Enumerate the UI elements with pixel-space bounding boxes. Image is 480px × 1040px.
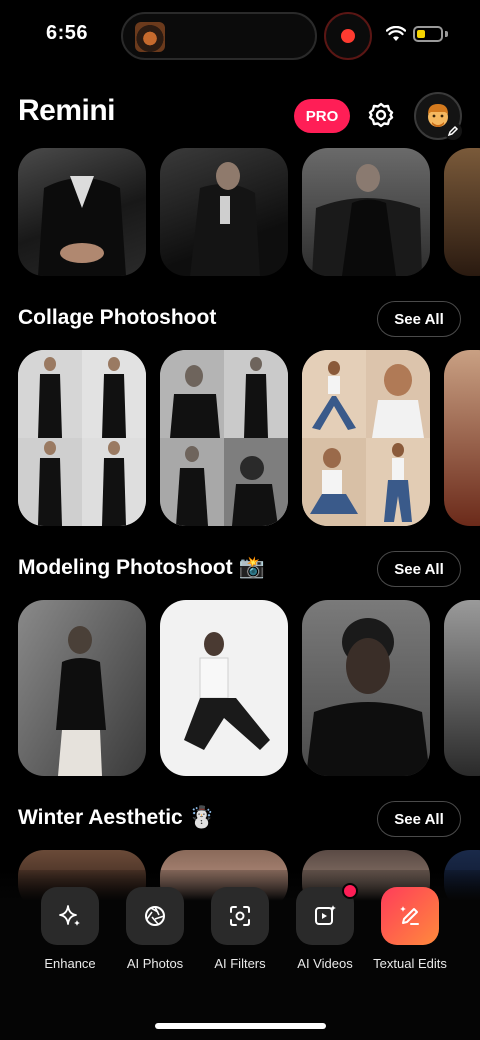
nav-enhance[interactable]: Enhance — [30, 887, 110, 972]
home-indicator[interactable] — [155, 1023, 326, 1029]
face-scan-icon — [230, 906, 250, 926]
app-title: Remini — [18, 94, 116, 127]
see-all-collage-button[interactable]: See All — [377, 301, 461, 337]
gear-icon — [368, 102, 394, 128]
ai-photos-button[interactable] — [126, 887, 184, 945]
photo-card[interactable] — [160, 148, 288, 276]
profile-avatar-button[interactable] — [414, 92, 462, 140]
collage-photo-grid — [18, 350, 146, 526]
wifi-icon — [386, 26, 406, 41]
model-photo-card[interactable] — [444, 600, 480, 776]
model-photo-card[interactable] — [160, 600, 288, 776]
nav-ai-photos[interactable]: AI Photos — [115, 887, 195, 972]
photo-card[interactable] — [302, 148, 430, 276]
man-leaning-on-wall-photo — [56, 626, 106, 776]
man-in-leather-jacket-photo — [38, 176, 126, 276]
sparkle-icon — [59, 905, 80, 926]
screen-recording-indicator[interactable] — [324, 12, 372, 60]
ai-videos-button[interactable] — [296, 883, 358, 945]
photo-card[interactable] — [444, 148, 480, 276]
edit-pencil-icon — [444, 122, 462, 140]
nav-label-ai-filters: AI Filters — [214, 956, 266, 971]
section-title-winter-aesthetic: Winter Aesthetic ☃️ — [18, 806, 215, 829]
collage-photo-grid — [302, 350, 430, 526]
magic-pen-icon — [400, 906, 419, 925]
video-sparkle-icon — [315, 905, 336, 925]
nav-ai-filters[interactable]: AI Filters — [200, 887, 280, 972]
man-seated-photo — [190, 162, 260, 276]
nav-label-enhance: Enhance — [44, 956, 96, 971]
section-title-modeling-photoshoot: Modeling Photoshoot 📸 — [18, 556, 265, 579]
battery-icon — [413, 26, 443, 42]
collage-card[interactable] — [18, 350, 146, 526]
battery-tip — [445, 31, 448, 37]
nav-ai-videos[interactable]: AI Videos — [285, 883, 365, 972]
section-title-collage-photoshoot: Collage Photoshoot — [18, 306, 217, 329]
ai-filters-button[interactable] — [211, 887, 269, 945]
model-photo-card[interactable] — [302, 600, 430, 776]
man-in-armchair-photo — [312, 164, 422, 276]
enhance-button[interactable] — [41, 887, 99, 945]
collage-card[interactable] — [444, 350, 480, 526]
man-closeup-portrait-photo — [306, 618, 430, 776]
textual-edits-button[interactable] — [381, 887, 439, 945]
settings-button[interactable] — [364, 98, 398, 132]
nav-textual-edits[interactable]: Textual Edits — [370, 887, 450, 972]
collage-photo-grid — [160, 350, 288, 526]
now-playing-thumbnail — [135, 22, 165, 52]
see-all-winter-button[interactable]: See All — [377, 801, 461, 837]
nav-label-ai-photos: AI Photos — [126, 956, 184, 971]
battery-level-fill — [417, 30, 425, 38]
photo-card[interactable] — [18, 148, 146, 276]
notification-dot — [342, 883, 358, 899]
nav-label-textual-edits: Textual Edits — [373, 956, 447, 971]
aperture-icon — [145, 906, 165, 926]
collage-card[interactable] — [160, 350, 288, 526]
nav-label-ai-videos: AI Videos — [297, 956, 353, 971]
man-sitting-on-floor-photo — [184, 632, 270, 750]
collage-card[interactable] — [302, 350, 430, 526]
see-all-modeling-button[interactable]: See All — [377, 551, 461, 587]
record-dot-icon — [341, 29, 355, 43]
status-time: 6:56 — [46, 22, 89, 44]
pro-button[interactable]: PRO — [294, 99, 350, 133]
dynamic-island[interactable] — [121, 12, 317, 60]
model-photo-card[interactable] — [18, 600, 146, 776]
